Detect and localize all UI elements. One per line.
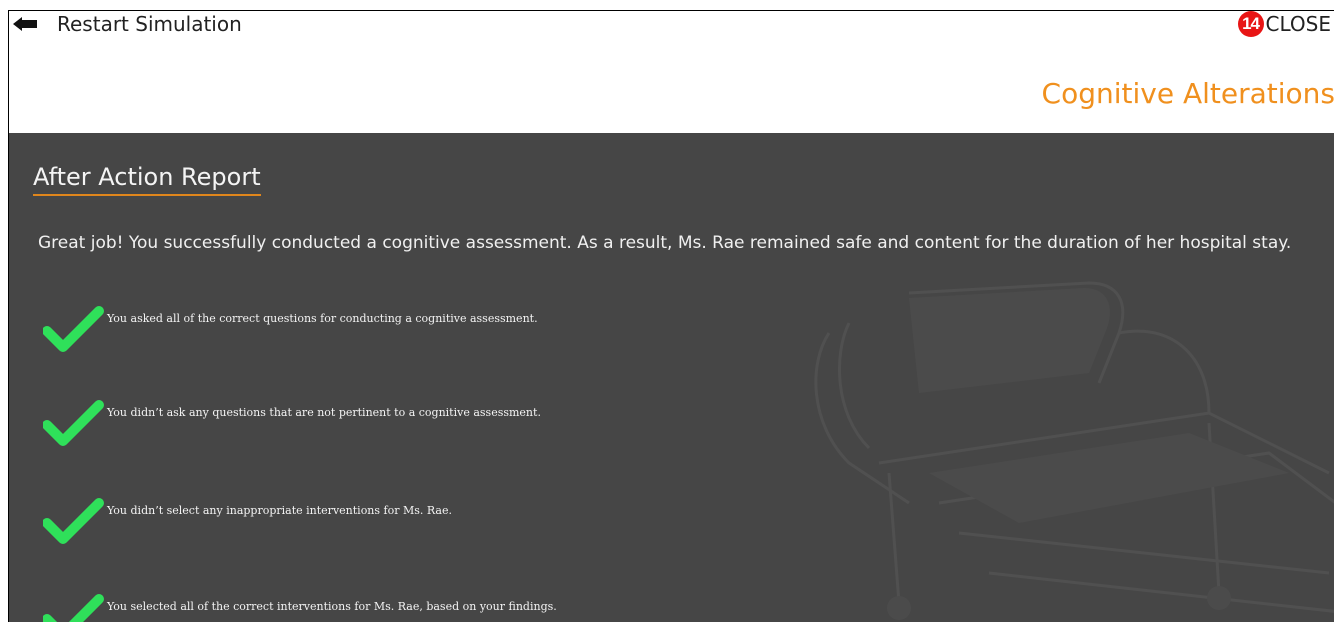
- check-icon: [43, 306, 104, 352]
- list-item-text: You didn’t ask any questions that are no…: [107, 405, 541, 419]
- list-item: You didn’t ask any questions that are no…: [43, 399, 541, 449]
- report-panel: After Action Report Great job! You succe…: [9, 133, 1334, 622]
- restart-simulation-label: Restart Simulation: [57, 12, 242, 36]
- report-title: After Action Report: [33, 163, 261, 196]
- check-icon: [43, 400, 104, 446]
- list-item-text: You didn’t select any inappropriate inte…: [107, 503, 452, 517]
- module-title: Cognitive Alterations: [1041, 77, 1334, 110]
- back-arrow-icon: [13, 17, 37, 31]
- report-summary: Great job! You successfully conducted a …: [38, 233, 1292, 253]
- check-icon: [43, 594, 104, 622]
- header-bar: Restart Simulation 14 CLOSE Cognitive Al…: [9, 11, 1334, 133]
- list-item: You selected all of the correct interven…: [43, 593, 557, 622]
- restart-simulation-button[interactable]: Restart Simulation: [13, 11, 242, 37]
- hospital-bed-illustration: [814, 281, 1334, 620]
- close-badge: 14: [1237, 11, 1264, 37]
- simulation-window: Restart Simulation 14 CLOSE Cognitive Al…: [8, 10, 1334, 622]
- close-label: CLOSE: [1265, 12, 1331, 36]
- check-icon: [43, 498, 104, 544]
- close-button[interactable]: 14 CLOSE: [1237, 11, 1331, 37]
- list-item: You didn’t select any inappropriate inte…: [43, 497, 452, 547]
- list-item-text: You selected all of the correct interven…: [107, 599, 557, 613]
- list-item-text: You asked all of the correct questions f…: [107, 311, 538, 325]
- list-item: You asked all of the correct questions f…: [43, 305, 538, 355]
